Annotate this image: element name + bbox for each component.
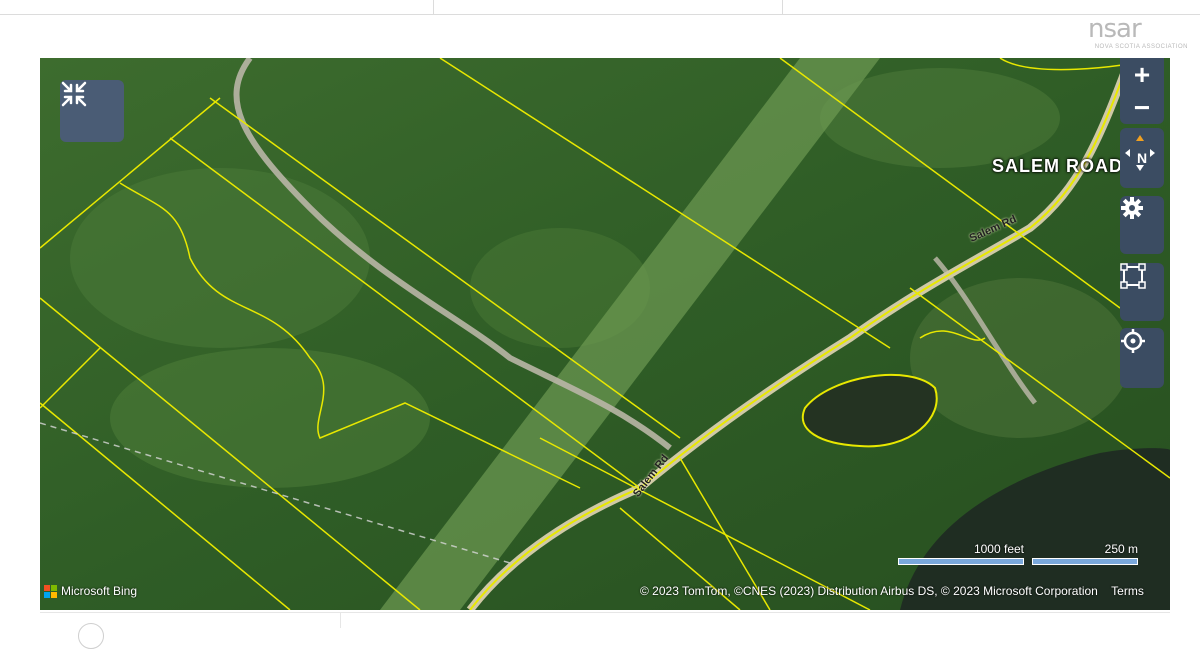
brand-wordmark: nsar xyxy=(1088,14,1142,44)
terms-link[interactable]: Terms xyxy=(1111,584,1144,598)
brand-subtitle: NOVA SCOTIA ASSOCIATION xyxy=(1094,44,1188,50)
zoom-controls: + − xyxy=(1120,58,1164,124)
scale-feet-label: 1000 feet xyxy=(973,542,1024,556)
top-tab-strip xyxy=(0,0,1200,22)
settings-button[interactable] xyxy=(1120,196,1164,254)
scale-feet-bar xyxy=(898,558,1024,565)
frame-select-icon xyxy=(1120,263,1146,289)
compass-north-label: N xyxy=(1136,150,1148,166)
crosshair-icon xyxy=(1121,329,1145,353)
place-label-salem-road: SALEM ROAD xyxy=(992,156,1123,176)
scale-bar-meters: 250 m xyxy=(1032,542,1138,565)
collapse-arrows-icon xyxy=(61,81,87,107)
bottom-panel xyxy=(40,612,1170,649)
collapse-map-button[interactable] xyxy=(60,80,124,142)
locate-me-button[interactable] xyxy=(1120,328,1164,388)
microsoft-logo-icon xyxy=(44,584,57,598)
zoom-in-button[interactable]: + xyxy=(1120,58,1164,91)
map-attribution: © 2023 TomTom, ©CNES (2023) Distribution… xyxy=(640,584,1144,598)
map-imagery xyxy=(40,58,1170,610)
zoom-out-button[interactable]: − xyxy=(1120,91,1164,124)
scale-bar-feet: 1000 feet xyxy=(898,542,1024,565)
select-area-button[interactable] xyxy=(1120,263,1164,321)
attribution-text: © 2023 TomTom, ©CNES (2023) Distribution… xyxy=(640,584,1098,598)
gear-icon xyxy=(1121,197,1143,219)
compass-button[interactable]: N xyxy=(1120,128,1164,188)
brand-logo: nsar NOVA SCOTIA ASSOCIATION xyxy=(1088,16,1188,56)
bing-logo: Microsoft Bing xyxy=(44,584,137,598)
scale-meters-bar xyxy=(1032,558,1138,565)
satellite-map[interactable]: SALEM ROAD Salem Rd Salem Rd + − N 1000 … xyxy=(40,58,1170,610)
scale-meters-label: 250 m xyxy=(1104,542,1138,556)
bing-label: Microsoft Bing xyxy=(61,584,138,598)
